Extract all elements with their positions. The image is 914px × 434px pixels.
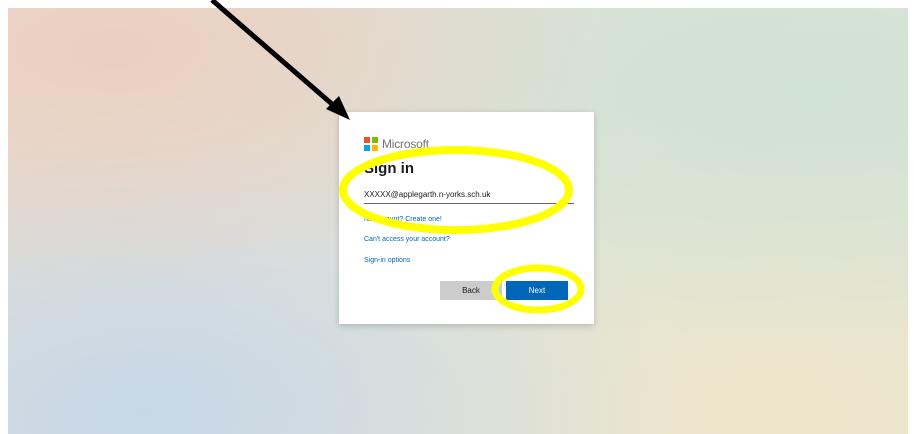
back-button[interactable]: Back [440, 281, 502, 300]
page-title: Sign in [364, 160, 414, 177]
screen: Microsoft Sign in No account? Create one… [0, 0, 914, 434]
sign-in-options-link[interactable]: Sign-in options [364, 257, 410, 264]
microsoft-logo: Microsoft [364, 137, 429, 151]
microsoft-logo-icon [364, 137, 378, 151]
create-account-link[interactable]: No account? Create one! [364, 216, 442, 223]
next-button[interactable]: Next [506, 281, 568, 300]
cant-access-account-link[interactable]: Can't access your account? [364, 236, 450, 243]
logo-text: Microsoft [382, 137, 429, 151]
email-field[interactable] [364, 185, 574, 204]
